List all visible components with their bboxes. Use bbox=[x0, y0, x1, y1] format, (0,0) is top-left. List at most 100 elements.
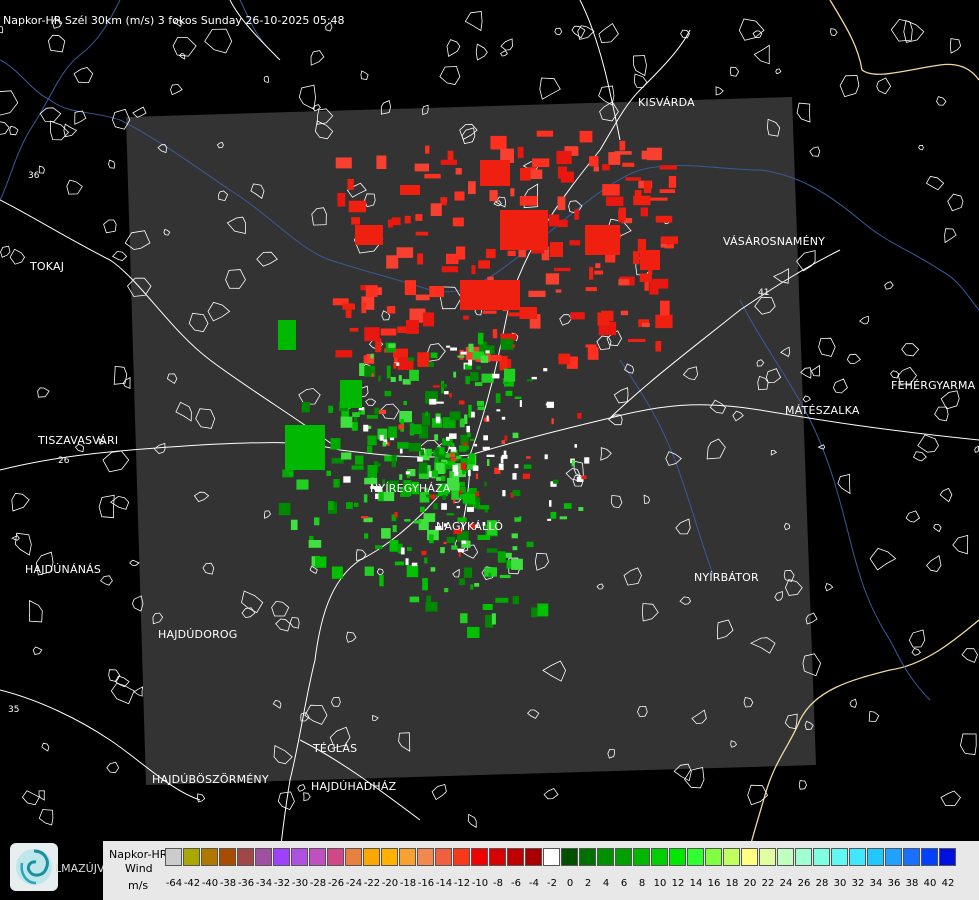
settlement-outline bbox=[263, 75, 270, 84]
radar-echo bbox=[403, 400, 407, 406]
settlement-outline bbox=[809, 146, 821, 157]
radar-echo bbox=[391, 455, 396, 468]
radar-echo bbox=[290, 519, 298, 530]
radar-echo bbox=[449, 393, 452, 398]
radar-echo bbox=[365, 285, 378, 297]
settlement-outline bbox=[837, 473, 851, 495]
settlement-outline bbox=[439, 66, 461, 85]
radar-echo bbox=[410, 424, 422, 435]
radar-echo bbox=[589, 156, 599, 167]
settlement-outline bbox=[303, 792, 311, 801]
radar-echo bbox=[585, 287, 597, 292]
radar-echo bbox=[340, 416, 353, 428]
settlement-outline bbox=[859, 315, 869, 325]
radar-map[interactable]: 36 41 26 35 bbox=[0, 0, 979, 900]
radar-echo bbox=[386, 255, 399, 269]
settlement-outline bbox=[802, 395, 811, 403]
radar-echo bbox=[468, 359, 473, 366]
radar-echo bbox=[512, 490, 521, 497]
legend-swatch bbox=[471, 848, 488, 866]
legend-tick-label: 10 bbox=[653, 878, 667, 889]
legend-tick-label: 24 bbox=[779, 878, 793, 889]
radar-echo bbox=[446, 253, 459, 265]
radar-echo bbox=[548, 214, 560, 227]
radar-echo bbox=[413, 520, 422, 524]
radar-echo bbox=[594, 270, 603, 275]
legend-swatch bbox=[903, 848, 920, 866]
legend-tick-label: 8 bbox=[638, 878, 646, 889]
radar-echo bbox=[508, 312, 521, 317]
radar-echo bbox=[424, 557, 428, 564]
radar-echo bbox=[278, 502, 291, 516]
radar-echo bbox=[381, 528, 391, 539]
radar-echo bbox=[643, 181, 652, 194]
city-label-nagykallo: NAGYKÁLLÓ bbox=[436, 520, 504, 533]
radar-echo bbox=[557, 196, 566, 211]
radar-echo bbox=[633, 195, 651, 206]
legend-tick-label: 42 bbox=[941, 878, 955, 889]
legend-title-line1: Napkor-HR bbox=[109, 848, 168, 861]
radar-echo bbox=[478, 260, 490, 269]
radar-echo bbox=[445, 453, 450, 458]
legend-tick-label: -26 bbox=[327, 878, 345, 889]
radar-echo bbox=[442, 384, 447, 388]
city-label-tiszavasvari: TISZAVASVÁRI bbox=[38, 434, 119, 447]
legend-tick-label: -24 bbox=[345, 878, 363, 889]
color-legend: Napkor-HR Wind m/s -64 -42 -40 -38 -36 -34 -32… bbox=[103, 841, 979, 900]
radar-echo bbox=[526, 541, 534, 548]
radar-echo bbox=[400, 185, 420, 195]
settlement-outline bbox=[108, 159, 116, 169]
radar-echo bbox=[436, 401, 444, 404]
legend-title-line2: Wind bbox=[125, 862, 153, 875]
radar-echo bbox=[468, 343, 474, 352]
radar-echo bbox=[410, 372, 414, 375]
radar-echo bbox=[556, 150, 572, 165]
settlement-outline bbox=[108, 669, 121, 682]
radar-echo bbox=[424, 173, 441, 179]
radar-echo bbox=[490, 135, 507, 150]
settlement-outline bbox=[464, 11, 483, 32]
settlement-outline bbox=[684, 767, 705, 789]
radar-echo bbox=[430, 567, 436, 572]
legend-tick-label: 6 bbox=[620, 878, 628, 889]
settlement-outline bbox=[0, 90, 19, 116]
settlement-outline bbox=[431, 784, 447, 801]
radar-echo bbox=[485, 248, 496, 259]
radar-echo bbox=[463, 315, 469, 320]
legend-tick-label: -16 bbox=[417, 878, 435, 889]
radar-echo bbox=[536, 130, 554, 137]
settlement-outline bbox=[974, 445, 979, 453]
radar-echo bbox=[504, 435, 508, 441]
settlement-outline bbox=[66, 179, 83, 195]
radar-echo bbox=[352, 412, 360, 417]
settlement-outline bbox=[37, 387, 50, 398]
radar-echo bbox=[387, 219, 394, 228]
radar-echo bbox=[661, 236, 678, 244]
legend-swatch bbox=[507, 848, 524, 866]
radar-echo bbox=[531, 607, 538, 618]
radar-echo bbox=[455, 456, 462, 460]
radar-echo bbox=[627, 338, 646, 342]
radar-echo bbox=[351, 465, 364, 470]
settlement-outline bbox=[468, 813, 477, 829]
settlement-outline bbox=[753, 44, 770, 65]
radar-echo bbox=[459, 349, 464, 360]
radar-echo bbox=[482, 604, 493, 610]
radar-echo bbox=[432, 385, 440, 388]
radar-echo bbox=[433, 503, 438, 510]
legend-tick-label: -34 bbox=[255, 878, 273, 889]
legend-swatch bbox=[831, 848, 848, 866]
radar-echo bbox=[409, 596, 420, 603]
radar-echo bbox=[584, 457, 590, 464]
settlement-outline bbox=[868, 710, 880, 722]
radar-echo bbox=[492, 373, 500, 379]
radar-echo bbox=[622, 162, 635, 167]
radar-echo bbox=[420, 449, 425, 456]
radar-echo bbox=[460, 351, 467, 355]
radar-echo bbox=[355, 225, 383, 245]
settlement-outline bbox=[959, 733, 977, 756]
radar-echo bbox=[474, 583, 480, 587]
settlement-outline bbox=[825, 582, 834, 592]
legend-swatch bbox=[687, 848, 704, 866]
radar-echo bbox=[367, 435, 377, 446]
